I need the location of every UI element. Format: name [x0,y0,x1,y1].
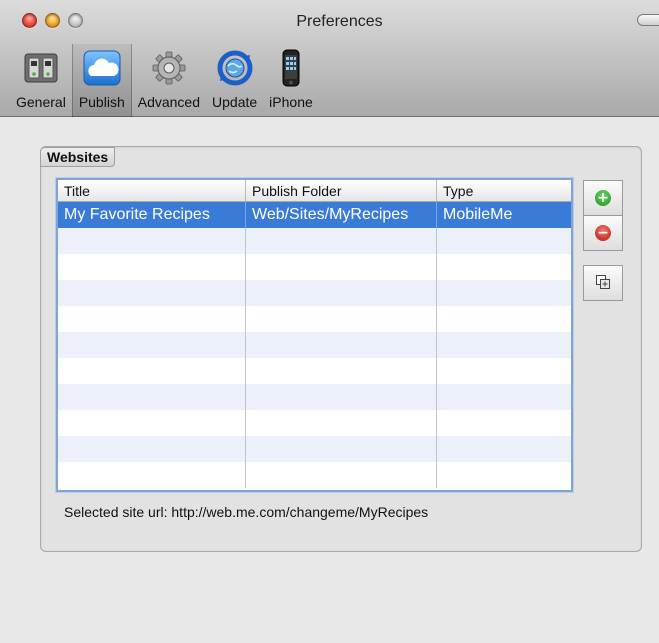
cell-type: MobileMe [443,206,513,223]
empty-row [58,358,571,384]
table-header: Title Publish Folder Type [58,180,571,202]
cloud-icon [82,48,122,88]
sync-globe-icon [215,48,255,88]
tab-general[interactable]: General [10,44,72,117]
column-header-publish-folder[interactable]: Publish Folder [246,180,437,201]
toolbar-toggle-button[interactable] [637,14,659,26]
duplicate-icon [595,274,611,293]
table-row[interactable]: My Favorite Recipes Web/Sites/MyRecipes … [58,202,571,228]
iphone-icon [271,48,311,88]
empty-row [58,280,571,306]
preferences-toolbar: General Publish Advanced Update iPhone [10,44,319,117]
empty-row [58,254,571,280]
add-site-button[interactable]: + [583,180,623,216]
tab-publish[interactable]: Publish [71,44,132,117]
column-header-title[interactable]: Title [58,180,246,201]
empty-row [58,306,571,332]
tab-update[interactable]: Update [206,44,263,117]
duplicate-site-button[interactable] [583,265,623,301]
tab-update-label: Update [212,94,258,110]
tab-publish-label: Publish [78,94,125,110]
tab-iphone-label: iPhone [269,94,313,110]
websites-table[interactable]: Title Publish Folder Type My Favorite Re… [56,178,573,492]
tab-advanced-label: Advanced [137,94,201,110]
tab-general-label: General [16,94,66,110]
plus-icon: + [595,190,611,206]
url-value: http://web.me.com/changeme/MyRecipes [171,504,429,520]
empty-row [58,410,571,436]
tab-iphone[interactable]: iPhone [263,44,319,117]
remove-site-button[interactable]: − [583,215,623,251]
empty-row [58,228,571,254]
general-switches-icon [21,48,61,88]
cell-title: My Favorite Recipes [58,202,246,228]
title-toolbar: Preferences General Publish Advanced Upd… [0,0,659,117]
empty-row [58,332,571,358]
cell-publish-folder: Web/Sites/MyRecipes [246,202,437,228]
column-header-type[interactable]: Type [437,180,571,201]
empty-row [58,462,571,488]
empty-row [58,384,571,410]
url-label: Selected site url: [64,504,168,520]
websites-group-label: Websites [40,147,116,167]
empty-row [58,436,571,462]
gear-icon [149,48,189,88]
tab-advanced[interactable]: Advanced [132,44,206,117]
window-title: Preferences [296,13,383,30]
preferences-window: Preferences General Publish Advanced Upd… [0,0,659,643]
minus-icon: − [595,225,611,241]
selected-site-url: Selected site url: http://web.me.com/cha… [64,504,428,520]
